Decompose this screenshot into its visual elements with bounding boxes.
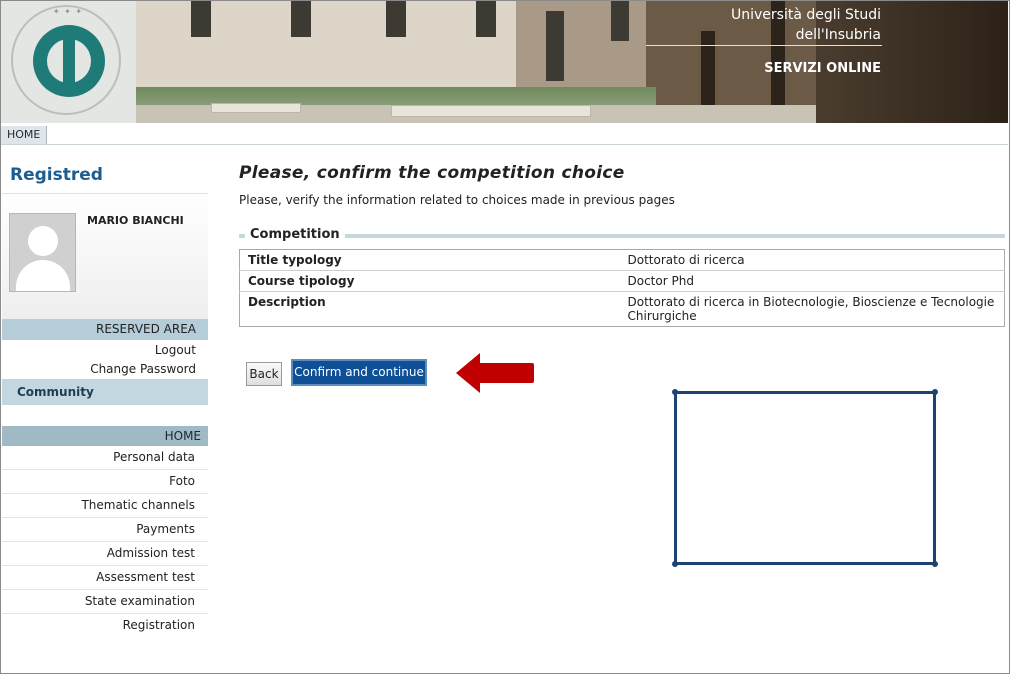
bench <box>211 103 301 113</box>
competition-table: Title typology Dottorato di ricerca Cour… <box>239 249 1005 327</box>
competition-legend: Competition <box>245 226 345 248</box>
competition-fieldset: Competition Title typology Dottorato di … <box>239 226 1005 327</box>
sidebar-item-registration[interactable]: Registration <box>2 614 208 638</box>
main-content: Please, confirm the competition choice P… <box>239 160 1006 327</box>
university-name: Università degli Studi dell'Insubria <box>731 5 881 45</box>
highlight-box-annotation <box>672 389 938 567</box>
page-subtitle: Please, verify the information related t… <box>239 193 675 207</box>
row-value: Dottorato di ricerca in Biotecnologie, B… <box>627 295 995 323</box>
row-value: Doctor Phd <box>619 270 1005 292</box>
row-label: Course tipology <box>239 270 620 292</box>
sidebar-item-payments[interactable]: Payments <box>2 518 208 542</box>
back-button[interactable]: Back <box>246 362 282 386</box>
university-line-2: dell'Insubria <box>795 27 881 43</box>
page-title: Please, confirm the competition choice <box>239 163 625 183</box>
confirm-and-continue-button[interactable]: Confirm and continue <box>291 359 427 386</box>
logout-link[interactable]: Logout <box>2 341 208 360</box>
sidebar-home-heading[interactable]: HOME <box>2 426 208 446</box>
table-row: Description Dottorato di ricerca in Biot… <box>240 292 1005 327</box>
sidebar: Registred MARIO BIANCHI RESERVED AREA Lo… <box>2 163 208 638</box>
avatar <box>9 213 76 292</box>
fieldset-bar <box>239 234 1005 238</box>
sidebar-item-admission-test[interactable]: Admission test <box>2 542 208 566</box>
sidebar-item-foto[interactable]: Foto <box>2 470 208 494</box>
sidebar-item-assessment-test[interactable]: Assessment test <box>2 566 208 590</box>
university-line-1: Università degli Studi <box>730 7 881 23</box>
bench <box>391 105 591 117</box>
building-wall <box>136 1 516 87</box>
row-label: Description <box>248 295 326 309</box>
home-tab[interactable]: HOME <box>1 126 48 144</box>
sidebar-item-thematic-channels[interactable]: Thematic channels <box>2 494 208 518</box>
top-navbar: HOME <box>1 126 1008 145</box>
red-arrow-annotation-icon <box>456 353 534 393</box>
sidebar-item-personal-data[interactable]: Personal data <box>2 446 208 470</box>
sidebar-title: Registred <box>10 165 103 185</box>
change-password-link[interactable]: Change Password <box>2 360 208 379</box>
sidebar-item-state-examination[interactable]: State examination <box>2 590 208 614</box>
university-seal-logo: ✦ ✦ ✦ <box>1 1 136 123</box>
user-panel: MARIO BIANCHI <box>2 193 208 319</box>
row-label: Title typology <box>239 249 620 271</box>
header-divider <box>646 45 882 46</box>
table-row: Course tipology Doctor Phd <box>239 270 1005 292</box>
table-row: Title typology Dottorato di ricerca <box>239 249 1005 271</box>
reserved-area-heading: RESERVED AREA <box>2 319 208 340</box>
header-banner: ✦ ✦ ✦ Università degli Studi dell'Insubr… <box>1 1 1008 123</box>
servizi-online-label: SERVIZI ONLINE <box>764 61 881 76</box>
user-silhouette-icon <box>28 226 58 256</box>
community-link[interactable]: Community <box>2 379 208 405</box>
row-value: Dottorato di ricerca <box>619 249 1005 271</box>
user-name: MARIO BIANCHI <box>87 214 184 227</box>
